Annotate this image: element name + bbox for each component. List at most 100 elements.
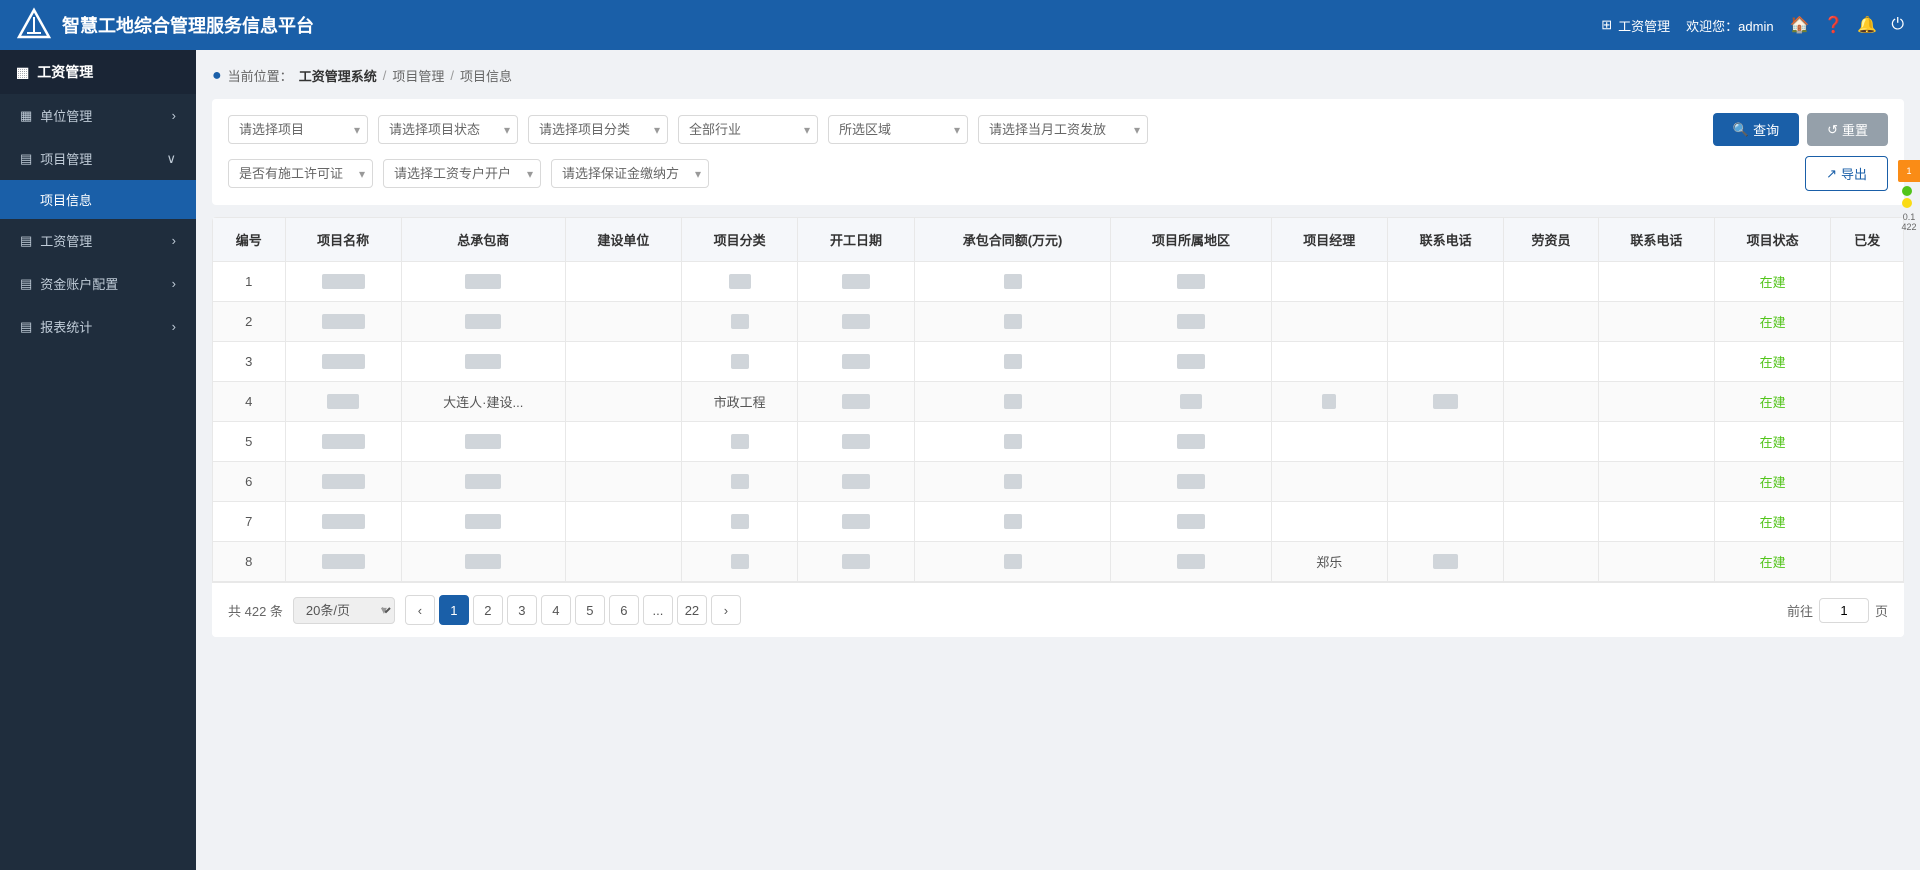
page-btn-1[interactable]: 1	[439, 595, 469, 625]
cell-category	[682, 502, 798, 542]
cell-manager	[1271, 302, 1387, 342]
cell-tel1	[1387, 342, 1503, 382]
cell-num: 5	[213, 422, 286, 462]
select-wage-account[interactable]: 请选择工资专户开户	[383, 159, 541, 188]
project-icon: ▤	[20, 151, 32, 167]
select-industry-wrapper: 全部行业	[678, 115, 818, 144]
page-btn-3[interactable]: 3	[507, 595, 537, 625]
filter-row-1: 请选择项目 请选择项目状态 请选择项目分类 全部行业	[228, 113, 1888, 146]
th-num: 编号	[213, 218, 286, 262]
cell-contractor	[401, 302, 565, 342]
cell-num: 4	[213, 382, 286, 422]
select-guarantee[interactable]: 请选择保证金缴纳方	[551, 159, 709, 188]
th-contract-amount: 承包合同额(万元)	[914, 218, 1111, 262]
th-contractor: 总承包商	[401, 218, 565, 262]
cell-num: 3	[213, 342, 286, 382]
sidebar-item-fund[interactable]: ▤ 资金账户配置 ›	[0, 262, 196, 305]
table-row: 3	[213, 342, 1904, 382]
home-icon[interactable]: 🏠	[1790, 15, 1810, 35]
pagination-buttons: ‹ 1 2 3 4 5 6 ... 22 ›	[405, 595, 741, 625]
cell-region	[1111, 462, 1271, 502]
main-layout: ▦ 工资管理 ▦ 单位管理 › ▤ 项目管理 ∨ 项目信息 ▤ 工资管理	[0, 50, 1920, 870]
breadcrumb-dot: ●	[212, 67, 222, 85]
cell-builder	[565, 302, 681, 342]
cell-start-date	[798, 302, 914, 342]
sidebar-item-report[interactable]: ▤ 报表统计 ›	[0, 305, 196, 348]
sidebar-sub-item-project-info[interactable]: 项目信息	[0, 180, 196, 219]
sidebar-item-wage[interactable]: ▤ 工资管理 ›	[0, 219, 196, 262]
next-page-btn[interactable]: ›	[711, 595, 741, 625]
table-row: 6	[213, 462, 1904, 502]
select-category[interactable]: 请选择项目分类	[528, 115, 668, 144]
th-category: 项目分类	[682, 218, 798, 262]
cell-manager	[1271, 262, 1387, 302]
cell-labor	[1504, 262, 1598, 302]
select-project-wrapper: 请选择项目	[228, 115, 368, 144]
cell-status: 在建	[1715, 502, 1831, 542]
select-industry[interactable]: 全部行业	[678, 115, 818, 144]
export-button[interactable]: ↗ 导出	[1805, 156, 1888, 191]
cell-contractor	[401, 422, 565, 462]
query-button[interactable]: 🔍 查询	[1713, 113, 1799, 146]
select-wage-month[interactable]: 请选择当月工资发放	[978, 115, 1148, 144]
table-row: 1	[213, 262, 1904, 302]
cell-builder	[565, 542, 681, 582]
select-license[interactable]: 是否有施工许可证	[228, 159, 373, 188]
breadcrumb-step1: 工资管理系统	[299, 66, 377, 85]
cell-tel2	[1598, 542, 1714, 582]
data-table: 编号 项目名称 总承包商 建设单位 项目分类 开工日期 承包合同额(万元) 项目…	[212, 217, 1904, 582]
breadcrumb-sep1: /	[383, 68, 387, 83]
cell-manager	[1271, 422, 1387, 462]
cell-builder	[565, 382, 681, 422]
cell-builder	[565, 262, 681, 302]
select-area[interactable]: 所选区域	[828, 115, 968, 144]
reset-button[interactable]: ↺ 重置	[1807, 113, 1888, 146]
filter-area: 请选择项目 请选择项目状态 请选择项目分类 全部行业	[212, 99, 1904, 205]
cell-contractor	[401, 262, 565, 302]
cell-builder	[565, 422, 681, 462]
cell-manager	[1271, 502, 1387, 542]
unit-icon: ▦	[20, 108, 32, 124]
cell-region	[1111, 382, 1271, 422]
cell-labor	[1504, 542, 1598, 582]
query-label: 查询	[1753, 120, 1779, 139]
cell-tel2	[1598, 462, 1714, 502]
page-btn-2[interactable]: 2	[473, 595, 503, 625]
cell-status: 在建	[1715, 262, 1831, 302]
prev-page-btn[interactable]: ‹	[405, 595, 435, 625]
page-btn-5[interactable]: 5	[575, 595, 605, 625]
sidebar-item-unit[interactable]: ▦ 单位管理 ›	[0, 94, 196, 137]
cell-tel2	[1598, 302, 1714, 342]
cell-category	[682, 342, 798, 382]
th-manager: 项目经理	[1271, 218, 1387, 262]
cell-num: 8	[213, 542, 286, 582]
help-icon[interactable]: ❓	[1824, 15, 1844, 35]
select-guarantee-wrapper: 请选择保证金缴纳方	[551, 159, 709, 188]
select-status[interactable]: 请选择项目状态	[378, 115, 518, 144]
page-btn-6[interactable]: 6	[609, 595, 639, 625]
cell-contractor	[401, 462, 565, 502]
cell-contractor: 大连人·建设...	[401, 382, 565, 422]
cell-tel1	[1387, 462, 1503, 502]
filter-row-2: 是否有施工许可证 请选择工资专户开户 请选择保证金缴纳方	[228, 156, 1888, 191]
cell-labor	[1504, 502, 1598, 542]
reset-icon: ↺	[1827, 122, 1838, 138]
cell-start-date	[798, 502, 914, 542]
sidebar-item-project[interactable]: ▤ 项目管理 ∨	[0, 137, 196, 180]
page-btn-22[interactable]: 22	[677, 595, 707, 625]
search-icon: 🔍	[1733, 122, 1749, 138]
cell-start-date	[798, 382, 914, 422]
cell-issued	[1831, 302, 1904, 342]
page-size-wrapper: 20条/页 10条/页 50条/页 100条/页	[293, 597, 395, 624]
select-project[interactable]: 请选择项目	[228, 115, 368, 144]
wage-icon: ▤	[20, 233, 32, 249]
power-icon[interactable]: ⏻	[1891, 16, 1904, 34]
bell-icon[interactable]: 🔔	[1857, 15, 1877, 35]
page-btn-4[interactable]: 4	[541, 595, 571, 625]
goto-input[interactable]	[1819, 598, 1869, 623]
cell-num: 2	[213, 302, 286, 342]
cell-category	[682, 462, 798, 502]
module-switcher[interactable]: ⊞ 工资管理	[1601, 16, 1670, 35]
cell-num: 6	[213, 462, 286, 502]
page-size-select[interactable]: 20条/页 10条/页 50条/页 100条/页	[293, 597, 395, 624]
